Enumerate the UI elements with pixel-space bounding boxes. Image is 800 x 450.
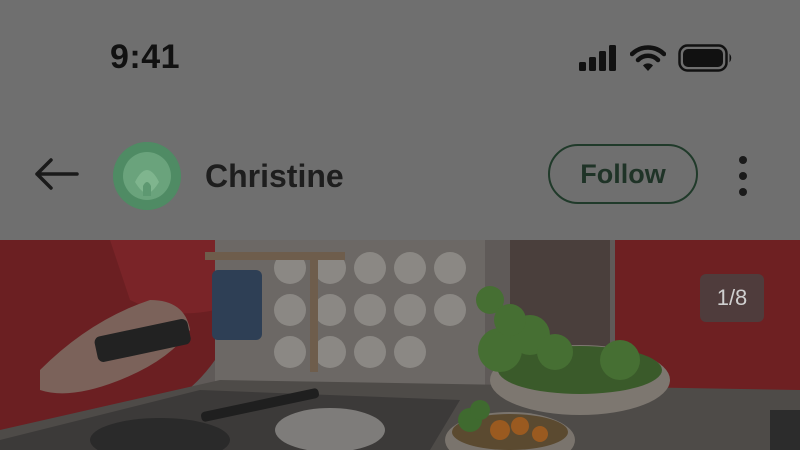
screen: 9:41 Christine Follow 1/8 [0,0,800,450]
post-header: Christine Follow [0,120,800,240]
arrow-left-icon [33,157,79,196]
post-photo[interactable]: 1/8 [0,240,800,450]
status-icons [578,44,734,77]
status-time: 9:41 [110,38,181,76]
more-dot [739,188,747,196]
status-bar: 9:41 [0,0,800,120]
more-vertical-icon [739,156,747,164]
photo-scene [0,240,800,450]
image-page-indicator: 1/8 [700,274,764,322]
back-button[interactable] [30,154,82,198]
username[interactable]: Christine [205,158,344,195]
wifi-icon [629,44,667,77]
follow-button[interactable]: Follow [548,144,698,204]
more-dot [739,172,747,180]
battery-icon [678,44,734,77]
avatar[interactable] [113,142,181,210]
more-options-button[interactable] [728,152,758,200]
cellular-signal-icon [578,45,618,76]
